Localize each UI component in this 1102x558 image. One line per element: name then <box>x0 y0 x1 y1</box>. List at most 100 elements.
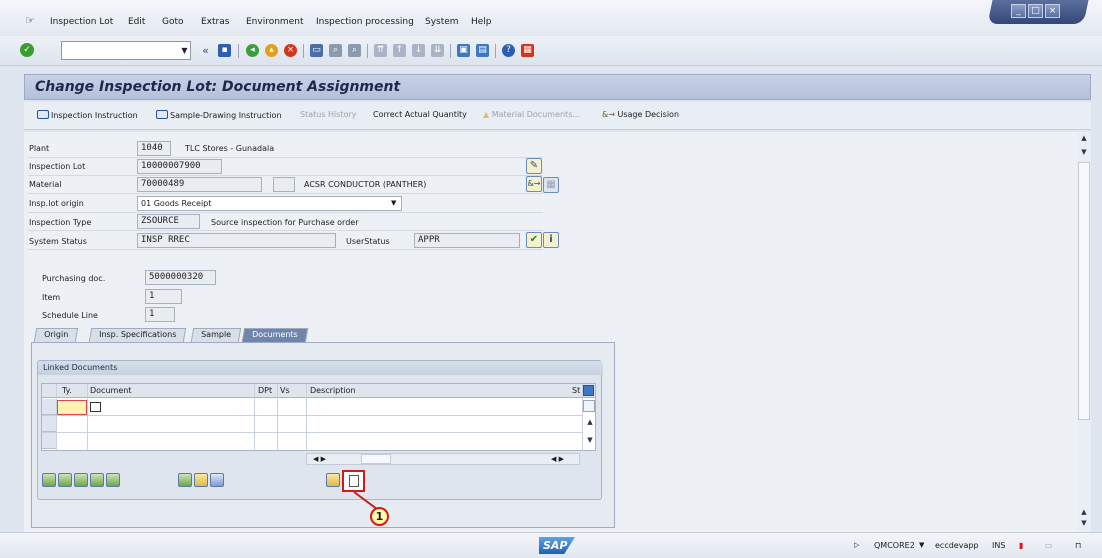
row-selector[interactable] <box>42 416 56 432</box>
material-description: ACSR CONDUCTOR (PANTHER) <box>304 180 427 189</box>
row-selector[interactable] <box>42 433 56 449</box>
scroll-up-icon[interactable]: ▲ <box>1077 134 1091 142</box>
create-row-icon[interactable] <box>42 473 56 487</box>
find-icon[interactable]: ⌕ <box>329 44 342 57</box>
sap-logo: SAP <box>539 537 575 554</box>
command-dropdown-icon[interactable]: ▼ <box>178 41 191 60</box>
find-binoculars-icon[interactable] <box>74 473 88 487</box>
input-mode[interactable]: INS <box>992 541 1005 550</box>
row-selector[interactable] <box>42 399 56 415</box>
column-description[interactable]: Description <box>310 386 356 395</box>
enter-checkmark-icon[interactable]: ✓ <box>20 43 34 57</box>
tab-documents[interactable]: Documents <box>241 328 308 342</box>
horizontal-scrollbar[interactable]: ◀ ▶ ◀ ▶ <box>306 453 580 465</box>
find-next-icon[interactable]: ⌕ <box>348 44 361 57</box>
column-dpt[interactable]: DPt <box>258 386 272 395</box>
toolbar-separator <box>238 44 239 58</box>
scrollbar-thumb[interactable] <box>361 454 391 464</box>
document-grid-icon[interactable]: ▦ <box>543 177 559 193</box>
checkmark-edit-icon[interactable]: ✔ <box>526 232 542 248</box>
maximize-icon[interactable]: □ <box>1028 4 1043 18</box>
command-field[interactable] <box>61 41 191 60</box>
scroll-down-icon[interactable]: ▼ <box>1077 148 1091 156</box>
menu-goto[interactable]: Goto <box>162 17 184 27</box>
edit-document-icon[interactable] <box>326 473 340 487</box>
menu-inspection-processing[interactable]: Inspection processing <box>316 17 414 27</box>
toolbar-separator <box>450 44 451 58</box>
menu-system[interactable]: System <box>425 17 459 27</box>
menu-icon[interactable]: ☞ <box>25 14 35 27</box>
menu-inspection-lot[interactable]: Inspection Lot <box>50 17 113 27</box>
tab-origin[interactable]: Origin <box>33 328 79 342</box>
menu-help[interactable]: Help <box>471 17 492 27</box>
exit-icon[interactable]: ▴ <box>265 44 278 57</box>
menu-extras[interactable]: Extras <box>201 17 229 27</box>
menu-environment[interactable]: Environment <box>246 17 303 27</box>
delete-row-icon[interactable] <box>58 473 72 487</box>
close-icon[interactable]: × <box>1045 4 1060 18</box>
scroll-up-icon[interactable]: ▲ <box>1077 508 1091 516</box>
standard-toolbar: ✓ ▼ « ▪ ◂ ▴ × ▭ ⌕ ⌕ ⇈ ↑ ↓ ⇊ ▣ ▤ ? ▦ <box>0 36 1102 66</box>
new-session-icon[interactable]: ▣ <box>457 44 470 57</box>
inspection-instruction-button[interactable]: Inspection Instruction <box>37 110 138 120</box>
vertical-scrollbar[interactable] <box>1077 132 1091 532</box>
play-icon[interactable]: ▷ <box>854 541 859 549</box>
help-icon[interactable]: ? <box>502 44 515 57</box>
table-scroll-up-icon[interactable]: ▲ <box>583 418 597 426</box>
column-type[interactable]: Ty. <box>62 386 72 395</box>
flag-icon[interactable]: ▮ <box>1019 541 1023 550</box>
next-page-icon[interactable]: ↓ <box>412 44 425 57</box>
column-document[interactable]: Document <box>90 386 131 395</box>
column-vs[interactable]: Vs <box>280 386 290 395</box>
first-page-icon[interactable]: ⇈ <box>374 44 387 57</box>
scrollbar-thumb[interactable] <box>1078 162 1090 420</box>
sort-icon[interactable] <box>106 473 120 487</box>
lock-icon[interactable]: ⊓ <box>1075 541 1081 550</box>
document-type-input[interactable] <box>57 400 87 415</box>
menu-edit[interactable]: Edit <box>128 17 145 27</box>
filter-icon[interactable] <box>90 473 104 487</box>
row-divider <box>42 415 582 416</box>
sample-drawing-instruction-button[interactable]: Sample-Drawing Instruction <box>156 110 282 120</box>
tab-insp-specifications[interactable]: Insp. Specifications <box>88 328 187 342</box>
last-page-icon[interactable]: ⇊ <box>431 44 444 57</box>
new-document-button[interactable] <box>342 470 365 492</box>
tab-sample[interactable]: Sample <box>190 328 242 342</box>
screen-icon[interactable]: ▭ <box>1045 541 1053 550</box>
row-checkbox[interactable] <box>583 400 595 412</box>
back-icon[interactable]: ◂ <box>246 44 259 57</box>
previous-page-icon[interactable]: ↑ <box>393 44 406 57</box>
display-details-icon[interactable] <box>178 473 192 487</box>
scroll-down-icon[interactable]: ▼ <box>1077 519 1091 527</box>
material-documents-button[interactable]: ▲ Material Documents... <box>483 110 580 119</box>
chevron-down-icon[interactable]: ▼ <box>391 199 396 207</box>
correct-actual-quantity-button[interactable]: Correct Actual Quantity <box>373 110 467 119</box>
insp-lot-origin-select[interactable]: 01 Goods Receipt <box>137 196 402 211</box>
system-name[interactable]: QMCORE2 <box>874 541 915 550</box>
customize-layout-icon[interactable]: ▦ <box>521 44 534 57</box>
usage-decision-icon[interactable]: &→ <box>526 176 542 192</box>
table-scroll-down-icon[interactable]: ▼ <box>583 436 597 444</box>
cancel-icon[interactable]: × <box>284 44 297 57</box>
scroll-left-icon[interactable]: ◀ ▶ <box>313 455 326 463</box>
column-settings-icon[interactable] <box>583 385 594 396</box>
shortcut-icon[interactable]: ▤ <box>476 44 489 57</box>
print-icon[interactable]: ▭ <box>310 44 323 57</box>
column-divider <box>87 384 88 450</box>
printer-icon <box>156 110 168 119</box>
edit-document-icon[interactable]: ✎ <box>526 158 542 174</box>
status-history-button[interactable]: Status History <box>300 110 357 119</box>
chevron-down-icon[interactable]: ▼ <box>919 541 924 549</box>
scroll-right-icon[interactable]: ◀ ▶ <box>551 455 564 463</box>
info-icon[interactable]: i <box>543 232 559 248</box>
back-arrows-icon[interactable]: « <box>199 44 212 57</box>
print-icon[interactable] <box>210 473 224 487</box>
toolbar-separator <box>495 44 496 58</box>
save-icon[interactable]: ▪ <box>218 44 231 57</box>
value-help-icon[interactable] <box>90 402 101 412</box>
material-field: 70000489 <box>137 177 262 192</box>
usage-decision-button[interactable]: &→ Usage Decision <box>602 110 679 119</box>
usage-decision-icon[interactable] <box>194 473 208 487</box>
column-st[interactable]: St <box>572 386 580 395</box>
minimize-icon[interactable]: _ <box>1011 4 1026 18</box>
